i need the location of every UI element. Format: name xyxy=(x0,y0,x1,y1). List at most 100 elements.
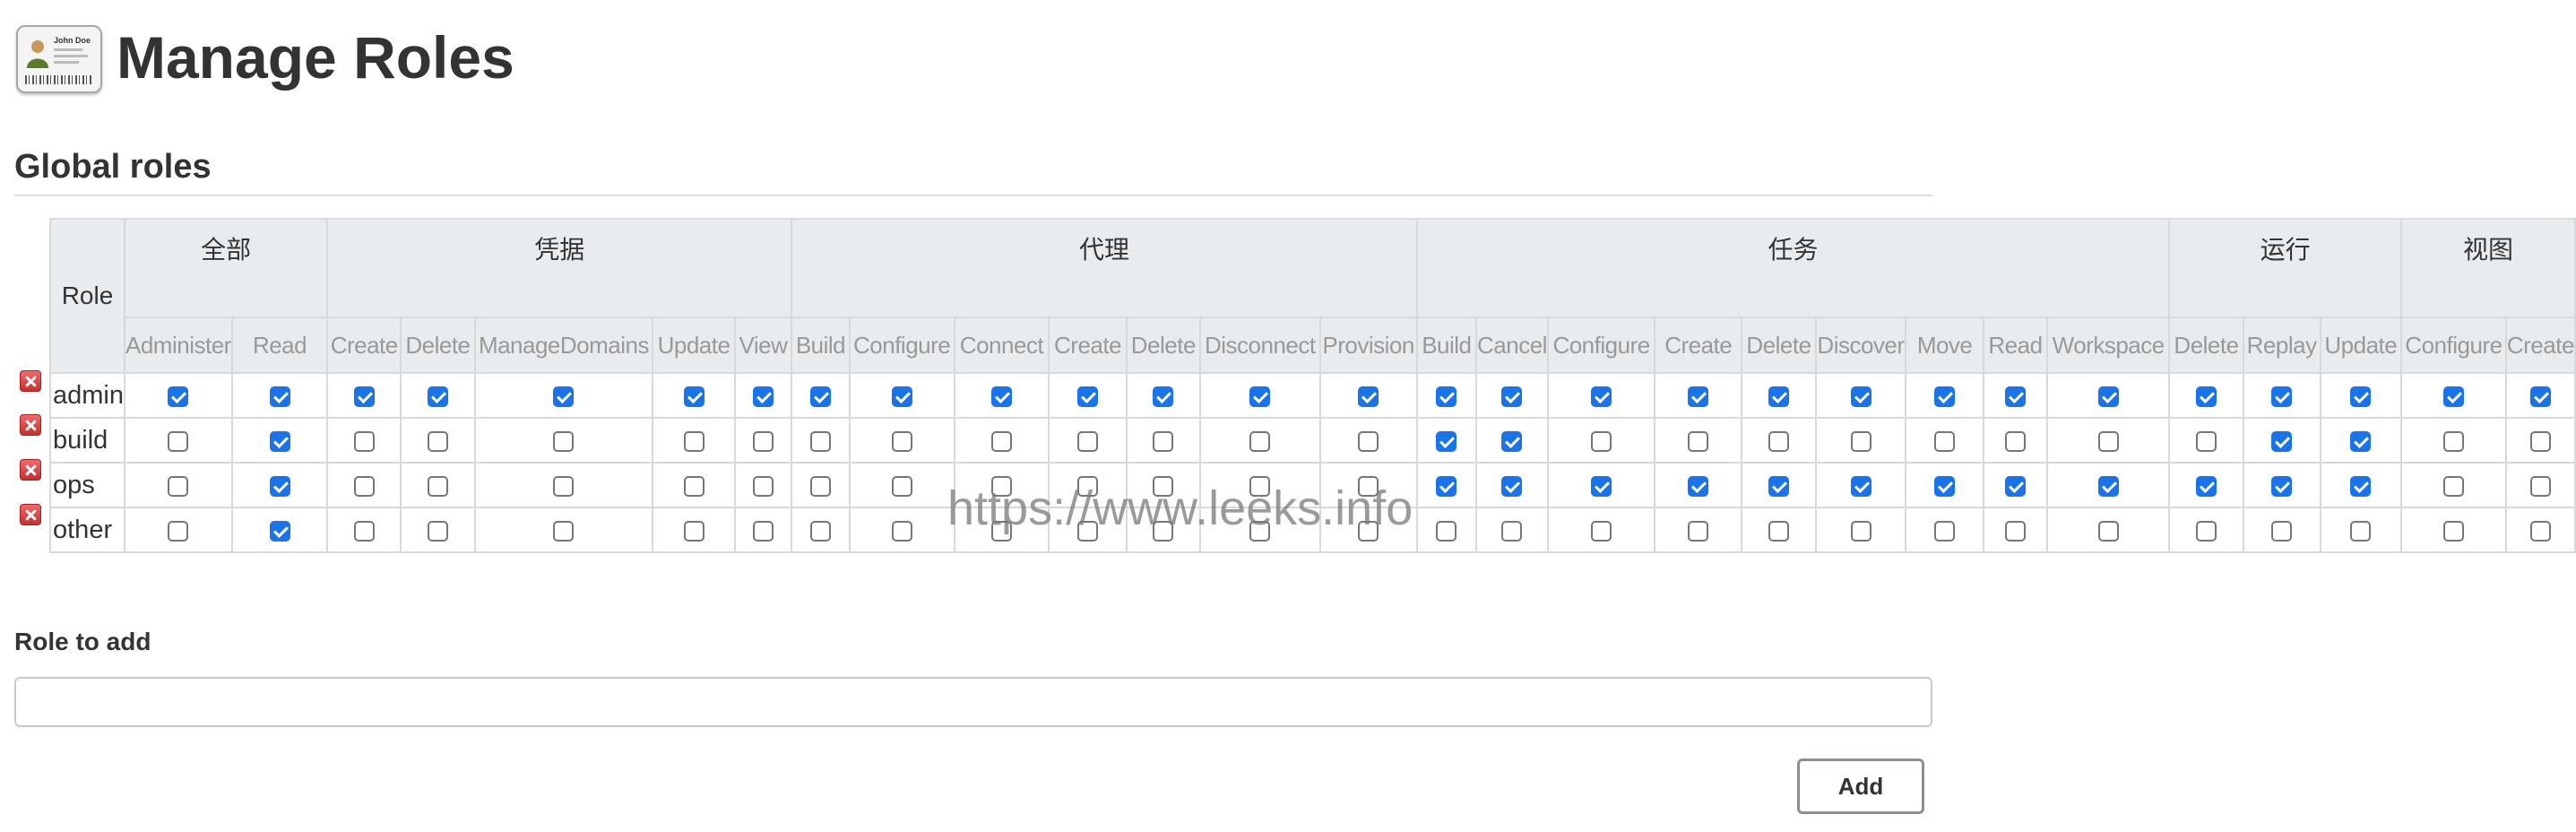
permission-checkbox[interactable] xyxy=(427,430,448,452)
permission-checkbox[interactable] xyxy=(1934,386,1956,407)
permission-checkbox[interactable] xyxy=(1591,475,1612,497)
permission-checkbox[interactable] xyxy=(1153,386,1174,407)
permission-checkbox[interactable] xyxy=(1436,386,1457,407)
permission-checkbox[interactable] xyxy=(2196,430,2217,452)
permission-checkbox[interactable] xyxy=(809,520,831,542)
permission-checkbox[interactable] xyxy=(683,430,705,452)
permission-checkbox[interactable] xyxy=(2529,475,2551,497)
permission-checkbox[interactable] xyxy=(1688,430,1709,452)
permission-checkbox[interactable] xyxy=(809,475,831,497)
permission-checkbox[interactable] xyxy=(1077,475,1099,497)
permission-checkbox[interactable] xyxy=(269,520,290,542)
permission-checkbox[interactable] xyxy=(1153,475,1174,497)
permission-checkbox[interactable] xyxy=(683,386,705,407)
permission-checkbox[interactable] xyxy=(553,386,575,407)
permission-checkbox[interactable] xyxy=(427,386,448,407)
role-to-add-input[interactable] xyxy=(14,677,1932,727)
permission-checkbox[interactable] xyxy=(1934,475,1956,497)
permission-checkbox[interactable] xyxy=(1850,520,1871,542)
permission-checkbox[interactable] xyxy=(2442,386,2464,407)
delete-role-icon[interactable] xyxy=(20,459,41,481)
permission-checkbox[interactable] xyxy=(1688,475,1709,497)
permission-checkbox[interactable] xyxy=(1501,386,1523,407)
permission-checkbox[interactable] xyxy=(168,430,189,452)
permission-checkbox[interactable] xyxy=(683,475,705,497)
permission-checkbox[interactable] xyxy=(2350,520,2372,542)
permission-checkbox[interactable] xyxy=(891,475,912,497)
permission-checkbox[interactable] xyxy=(752,430,774,452)
permission-checkbox[interactable] xyxy=(1850,430,1871,452)
permission-checkbox[interactable] xyxy=(1934,520,1956,542)
permission-checkbox[interactable] xyxy=(1358,475,1379,497)
permission-checkbox[interactable] xyxy=(1768,386,1789,407)
permission-checkbox[interactable] xyxy=(1850,386,1871,407)
permission-checkbox[interactable] xyxy=(2004,386,2026,407)
permission-checkbox[interactable] xyxy=(1688,386,1709,407)
permission-checkbox[interactable] xyxy=(2442,520,2464,542)
permission-checkbox[interactable] xyxy=(2271,430,2293,452)
permission-checkbox[interactable] xyxy=(2350,386,2372,407)
permission-checkbox[interactable] xyxy=(752,520,774,542)
add-role-button[interactable]: Add xyxy=(1797,758,1924,814)
permission-checkbox[interactable] xyxy=(1591,386,1612,407)
permission-checkbox[interactable] xyxy=(168,475,189,497)
permission-checkbox[interactable] xyxy=(990,520,1012,542)
permission-checkbox[interactable] xyxy=(990,430,1012,452)
delete-role-icon[interactable] xyxy=(20,504,41,525)
permission-checkbox[interactable] xyxy=(2097,520,2119,542)
permission-checkbox[interactable] xyxy=(683,520,705,542)
permission-checkbox[interactable] xyxy=(809,430,831,452)
permission-checkbox[interactable] xyxy=(2196,386,2217,407)
permission-checkbox[interactable] xyxy=(2097,386,2119,407)
permission-checkbox[interactable] xyxy=(1153,430,1174,452)
permission-checkbox[interactable] xyxy=(2442,475,2464,497)
permission-checkbox[interactable] xyxy=(168,386,189,407)
permission-checkbox[interactable] xyxy=(2350,475,2372,497)
permission-checkbox[interactable] xyxy=(809,386,831,407)
permission-checkbox[interactable] xyxy=(2442,430,2464,452)
permission-checkbox[interactable] xyxy=(2196,520,2217,542)
permission-checkbox[interactable] xyxy=(2350,430,2372,452)
permission-checkbox[interactable] xyxy=(269,430,290,452)
permission-checkbox[interactable] xyxy=(168,520,189,542)
permission-checkbox[interactable] xyxy=(1501,475,1523,497)
permission-checkbox[interactable] xyxy=(891,430,912,452)
permission-checkbox[interactable] xyxy=(1358,386,1379,407)
permission-checkbox[interactable] xyxy=(553,430,575,452)
permission-checkbox[interactable] xyxy=(1249,520,1271,542)
permission-checkbox[interactable] xyxy=(2529,520,2551,542)
permission-checkbox[interactable] xyxy=(2004,430,2026,452)
permission-checkbox[interactable] xyxy=(1153,520,1174,542)
delete-role-icon[interactable] xyxy=(20,370,41,392)
permission-checkbox[interactable] xyxy=(1077,520,1099,542)
delete-role-icon[interactable] xyxy=(20,414,41,436)
permission-checkbox[interactable] xyxy=(1436,520,1457,542)
permission-checkbox[interactable] xyxy=(269,475,290,497)
permission-checkbox[interactable] xyxy=(353,430,375,452)
permission-checkbox[interactable] xyxy=(1768,475,1789,497)
permission-checkbox[interactable] xyxy=(1934,430,1956,452)
permission-checkbox[interactable] xyxy=(2004,475,2026,497)
permission-checkbox[interactable] xyxy=(990,475,1012,497)
permission-checkbox[interactable] xyxy=(2271,520,2293,542)
permission-checkbox[interactable] xyxy=(2271,386,2293,407)
permission-checkbox[interactable] xyxy=(1501,520,1523,542)
permission-checkbox[interactable] xyxy=(1436,475,1457,497)
permission-checkbox[interactable] xyxy=(269,386,290,407)
permission-checkbox[interactable] xyxy=(2004,520,2026,542)
permission-checkbox[interactable] xyxy=(1358,520,1379,542)
permission-checkbox[interactable] xyxy=(427,520,448,542)
permission-checkbox[interactable] xyxy=(353,475,375,497)
permission-checkbox[interactable] xyxy=(1768,520,1789,542)
permission-checkbox[interactable] xyxy=(2271,475,2293,497)
permission-checkbox[interactable] xyxy=(1249,386,1271,407)
permission-checkbox[interactable] xyxy=(990,386,1012,407)
permission-checkbox[interactable] xyxy=(1249,430,1271,452)
permission-checkbox[interactable] xyxy=(891,386,912,407)
permission-checkbox[interactable] xyxy=(1850,475,1871,497)
permission-checkbox[interactable] xyxy=(427,475,448,497)
permission-checkbox[interactable] xyxy=(1688,520,1709,542)
permission-checkbox[interactable] xyxy=(2196,475,2217,497)
permission-checkbox[interactable] xyxy=(1077,386,1099,407)
permission-checkbox[interactable] xyxy=(353,520,375,542)
